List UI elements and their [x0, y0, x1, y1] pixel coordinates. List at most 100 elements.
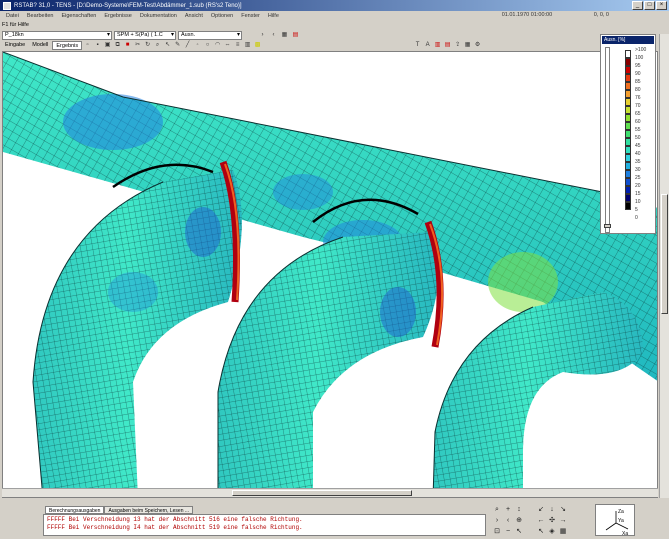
result-select[interactable]: SPM + S(Pa) ( 1.C [114, 30, 176, 40]
rotate-icon[interactable]: ↻ [143, 41, 152, 50]
menu-documentation[interactable]: Dokumentation [136, 13, 181, 19]
settings-icon[interactable]: ⚙ [473, 41, 482, 50]
component-select[interactable]: Ausn. [178, 30, 242, 40]
rotate-x-icon[interactable]: ↙ [536, 505, 546, 515]
pan-icon[interactable]: ⊕ [514, 516, 524, 526]
arc-icon[interactable]: ◠ [213, 41, 222, 50]
export-icon[interactable]: ⇪ [453, 41, 462, 50]
text-icon[interactable]: T [413, 41, 422, 50]
menu-file[interactable]: Datei [2, 13, 23, 19]
menu-bar: Datei Bearbeiten Eigenschaften Ergebniss… [0, 11, 669, 21]
copy-icon[interactable]: ⧉ [113, 41, 122, 50]
legend-swatch [625, 114, 631, 122]
menu-view[interactable]: Ansicht [181, 13, 207, 19]
horizontal-scrollbar[interactable] [2, 488, 658, 497]
legend-label: 85 [635, 79, 641, 85]
legend-swatch [625, 106, 631, 114]
axis-label-x: Xa [622, 531, 628, 537]
view-center-icon[interactable]: ✣ [547, 516, 557, 526]
toolbar-tabs: Eingabe Modell Ergebnis ▫ ▪ ▣ ⧉ ■ ✂ ↻ ⌕ … [0, 40, 600, 51]
select-icon[interactable]: ↖ [514, 527, 524, 537]
legend-swatch [625, 146, 631, 154]
menu-help[interactable]: Hilfe [264, 13, 283, 19]
menu-options[interactable]: Optionen [207, 13, 237, 19]
legend-swatch [625, 154, 631, 162]
fit-icon[interactable]: ⊡ [492, 527, 502, 537]
print-icon[interactable]: ▣ [103, 41, 112, 50]
menu-properties[interactable]: Eigenschaften [57, 13, 100, 19]
line-icon[interactable]: ╱ [183, 41, 192, 50]
grid2-icon[interactable]: ▦ [463, 41, 472, 50]
tab-input[interactable]: Eingabe [2, 41, 28, 50]
new-icon[interactable]: ▫ [83, 41, 92, 50]
legend-swatch [625, 66, 631, 74]
rotate-z-icon[interactable]: ↘ [558, 505, 568, 515]
view-left-icon[interactable]: ← [536, 516, 546, 526]
vertical-scroll-thumb[interactable] [661, 194, 668, 314]
table-icon[interactable]: ▤ [291, 31, 300, 40]
view-grid-icon[interactable]: ▦ [558, 527, 568, 537]
tab-calc-output[interactable]: Berechnungsausgaben [45, 506, 105, 514]
tab-save-output[interactable]: Ausgaben beim Speichern, Lesen ... [104, 506, 194, 514]
legend-swatch [625, 74, 631, 82]
fill-icon[interactable]: ■ [123, 41, 132, 50]
select-icon[interactable]: ↖ [163, 41, 172, 50]
vertical-scrollbar[interactable] [659, 34, 669, 498]
maximize-button[interactable]: □ [644, 1, 655, 10]
pen-icon[interactable]: ✎ [173, 41, 182, 50]
node-icon[interactable]: ◦ [193, 41, 202, 50]
legend-title: Ausn. [%] [602, 36, 654, 44]
message-line: FFFFF Bei Verschneidung I4 hat der Absch… [47, 524, 303, 531]
chart-icon[interactable]: ▥ [433, 41, 442, 50]
pan-left-icon[interactable]: ‹ [503, 516, 513, 526]
arrow-icon[interactable]: ↕ [514, 505, 524, 515]
legend-swatch [625, 50, 631, 58]
axes-indicator: Za Ya Xa [595, 504, 635, 537]
app-icon [3, 1, 11, 10]
zoom-icon[interactable]: ⌕ [492, 505, 502, 515]
zoom-icon[interactable]: ⌕ [153, 41, 162, 50]
view-iso-icon[interactable]: ◈ [547, 527, 557, 537]
layers-icon[interactable]: ▥ [243, 41, 252, 50]
legend-label: 50 [635, 135, 641, 141]
legend-label: 55 [635, 127, 641, 133]
legend-label: 76 [635, 95, 641, 101]
measure-icon[interactable]: ⇔ [223, 41, 232, 50]
loadcase-select[interactable]: P_18kn [2, 30, 112, 40]
cut-icon[interactable]: ✂ [133, 41, 142, 50]
highlight-icon[interactable]: ▩ [253, 41, 262, 50]
rotate-y-icon[interactable]: ↓ [547, 505, 557, 515]
grid-icon[interactable]: ▦ [280, 31, 289, 40]
font-icon[interactable]: A [423, 41, 432, 50]
result-table-icon[interactable]: ▤ [443, 41, 452, 50]
close-button[interactable]: × [656, 1, 667, 10]
view-right-icon[interactable]: → [558, 516, 568, 526]
legend-label: 40 [635, 151, 641, 157]
horizontal-scroll-thumb[interactable] [232, 490, 412, 496]
axis-label-z: Za [618, 509, 624, 515]
minus-icon[interactable]: − [503, 527, 513, 537]
menu-window[interactable]: Fenster [237, 13, 264, 19]
legend-slider-thumb[interactable] [604, 224, 611, 228]
menu-edit[interactable]: Bearbeiten [23, 13, 58, 19]
legend-label: 65 [635, 111, 641, 117]
circle-icon[interactable]: ○ [203, 41, 212, 50]
model-viewport[interactable] [2, 51, 658, 498]
save-icon[interactable]: ▪ [93, 41, 102, 50]
list-icon[interactable]: ≡ [233, 41, 242, 50]
minimize-button[interactable]: _ [632, 1, 643, 10]
message-log: FFFFF Bei Verschneidung 13 hat der Absch… [43, 514, 486, 536]
plus-icon[interactable]: + [503, 505, 513, 515]
tab-model[interactable]: Modell [29, 41, 51, 50]
legend-label: 15 [635, 191, 641, 197]
arrow-left-icon[interactable]: ‹ [269, 31, 278, 40]
tab-results[interactable]: Ergebnis [52, 41, 83, 50]
arrow-right-icon[interactable]: › [258, 31, 267, 40]
view-up-icon[interactable]: ↖ [536, 527, 546, 537]
legend-label: 35 [635, 159, 641, 165]
legend-swatch [625, 138, 631, 146]
pan-right-icon[interactable]: › [492, 516, 502, 526]
legend-slider[interactable] [604, 47, 611, 233]
menu-results[interactable]: Ergebnisse [100, 13, 136, 19]
legend-label: 100 [635, 55, 644, 61]
